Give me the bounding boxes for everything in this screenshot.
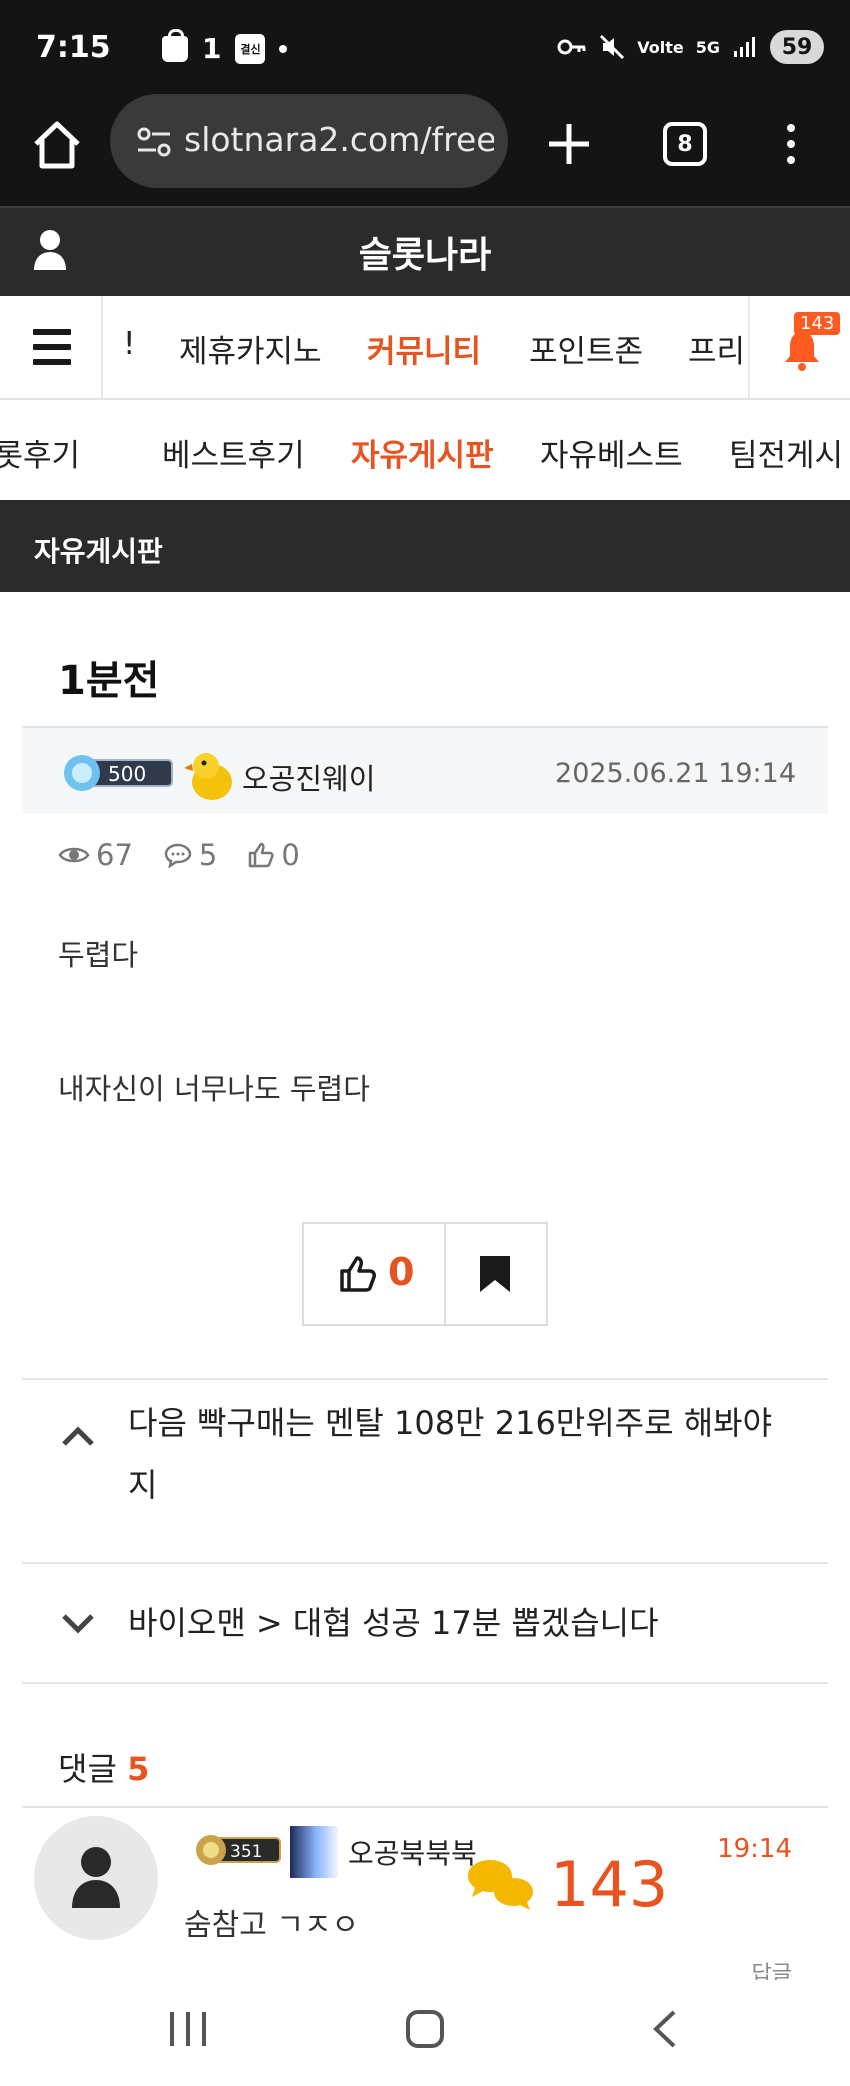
chevron-up-icon (62, 1426, 94, 1446)
prev-post-title[interactable]: 다음 빡구매는 멘탈 108만 216만위주로 해봐야 지 (128, 1392, 808, 1516)
user-silhouette-icon (72, 1847, 120, 1908)
pay-app-icon: 결신 (235, 33, 266, 64)
next-post-title[interactable]: 바이오맨 > 대협 성공 17분 뽑겠습니다 (128, 1592, 808, 1654)
chevron-down-icon (62, 1614, 94, 1634)
recommend-count: 0 (388, 1250, 415, 1294)
vote-box: 0 (302, 1222, 548, 1326)
bookmark-icon[interactable] (478, 1254, 512, 1294)
sub-nav-item-free-board[interactable]: 자유게시판 (351, 430, 494, 475)
chat-widget[interactable]: 143 (464, 1848, 674, 1928)
url-text[interactable]: slotnara2.com/free (184, 120, 494, 159)
sub-nav-item-slot-review[interactable]: 슬롯후기 (0, 430, 80, 475)
new-tab-icon[interactable] (543, 118, 595, 170)
level-badge-text: 500 (108, 762, 146, 786)
status-time: 7:15 (36, 30, 111, 65)
notification-badge: 143 (794, 312, 841, 335)
site-title[interactable]: 슬롯나라 (0, 226, 850, 278)
chat-bubbles-icon (468, 1860, 533, 1910)
recommend-button[interactable]: 0 (304, 1224, 446, 1324)
view-count: 67 (58, 838, 133, 872)
level-badge-text: 351 (230, 1842, 262, 1862)
system-nav-bar (0, 1980, 850, 2086)
status-left-icons: 1 결신 (110, 28, 288, 65)
post-author-name[interactable]: 오공진웨이 (242, 756, 375, 798)
signal-icon (734, 37, 755, 57)
chat-count: 143 (550, 1848, 669, 1921)
comment-avatar (34, 1816, 158, 1940)
menu-hamburger-icon[interactable] (0, 296, 103, 398)
like-count: 0 (247, 838, 300, 872)
main-nav-item-partner-casino[interactable]: 제휴카지노 (179, 326, 322, 371)
site-settings-icon[interactable] (134, 122, 174, 162)
network-type-icon: 5G (695, 37, 720, 57)
notifications-button[interactable]: 143 (748, 296, 850, 398)
browser-home-icon[interactable] (30, 118, 84, 172)
notification-count-indicator: 1 (202, 32, 222, 65)
thumbs-up-icon (340, 1256, 376, 1292)
sub-nav-item-best-review[interactable]: 베스트후기 (162, 430, 305, 475)
main-nav-item-point-zone[interactable]: 포인트존 (529, 326, 643, 371)
comment-text: 숨참고 ㄱㅈㅇ (184, 1908, 360, 1943)
comments-header: 댓글 5 (58, 1744, 149, 1790)
main-nav-item-community[interactable]: 커뮤니티 (367, 326, 481, 371)
avatar (184, 753, 232, 800)
more-notifications-dot-icon (279, 44, 288, 53)
thumbs-up-icon (249, 842, 274, 868)
home-icon[interactable] (406, 2010, 444, 2048)
post-title: 1분전 (58, 658, 160, 704)
comment-count: 5 (163, 838, 217, 872)
divider (22, 1806, 828, 1808)
tab-switcher-button[interactable]: 8 (663, 122, 707, 166)
shopping-bag-icon (162, 28, 188, 62)
sub-nav: 슬롯후기 베스트후기 자유게시판 자유베스트 팀전게시 (0, 400, 850, 500)
post-stats: 67 5 0 (58, 838, 300, 872)
comment-count-value: 5 (198, 838, 218, 872)
status-right-icons: Volte 5G 59 (557, 30, 824, 64)
level-badge-icon: 500 (64, 755, 173, 791)
address-bar[interactable]: slotnara2.com/free (110, 94, 508, 188)
sub-nav-item-team-board[interactable]: 팀전게시 (729, 430, 843, 475)
comments-count: 5 (127, 1750, 150, 1788)
main-nav: ! 제휴카지노 커뮤니티 포인트존 프리 143 (0, 296, 850, 400)
battery-indicator: 59 (770, 30, 824, 64)
like-count-value: 0 (281, 838, 300, 872)
comment-time: 19:14 (717, 1834, 792, 1864)
sub-nav-item-free-best[interactable]: 자유베스트 (540, 430, 683, 475)
comment-author[interactable]: 오공북북북 (348, 1832, 477, 1872)
recent-apps-icon[interactable] (170, 2012, 206, 2046)
status-bar: 7:15 1 결신 Volte 5G 59 (0, 0, 850, 100)
board-title-bar: 자유게시판 (0, 500, 850, 592)
back-icon[interactable] (650, 2008, 678, 2050)
level-badge-icon: 351 (196, 1835, 281, 1865)
eye-icon (58, 847, 90, 863)
main-nav-item-free[interactable]: 프리 (688, 326, 745, 371)
post-date: 2025.06.21 19:14 (555, 758, 796, 789)
site-header: 슬롯나라 (0, 206, 850, 296)
comment-bubble-icon (164, 843, 192, 868)
post-body-line: 두렵다 (58, 938, 139, 972)
main-nav-item-partial[interactable]: ! (123, 326, 135, 362)
browser-menu-icon[interactable] (786, 124, 796, 164)
author-row: 500 오공진웨이 2025.06.21 19:14 (22, 726, 828, 814)
main-nav-items: ! 제휴카지노 커뮤니티 포인트존 프리 (103, 296, 748, 398)
comments-label: 댓글 (58, 1750, 117, 1788)
vpn-key-icon (557, 39, 586, 55)
mute-icon (600, 34, 625, 60)
post-body-line: 내자신이 너무나도 두렵다 (58, 1072, 370, 1106)
board-title: 자유게시판 (34, 535, 163, 568)
divider (22, 1682, 828, 1684)
next-post-link[interactable]: 바이오맨 > 대협 성공 17분 뽑겠습니다 (22, 1562, 828, 1682)
user-icon-image (290, 1826, 338, 1878)
prev-post-link[interactable]: 다음 빡구매는 멘탈 108만 216만위주로 해봐야 지 (22, 1378, 828, 1562)
volte-icon: Volte (637, 37, 684, 57)
view-count-value: 67 (96, 838, 133, 872)
